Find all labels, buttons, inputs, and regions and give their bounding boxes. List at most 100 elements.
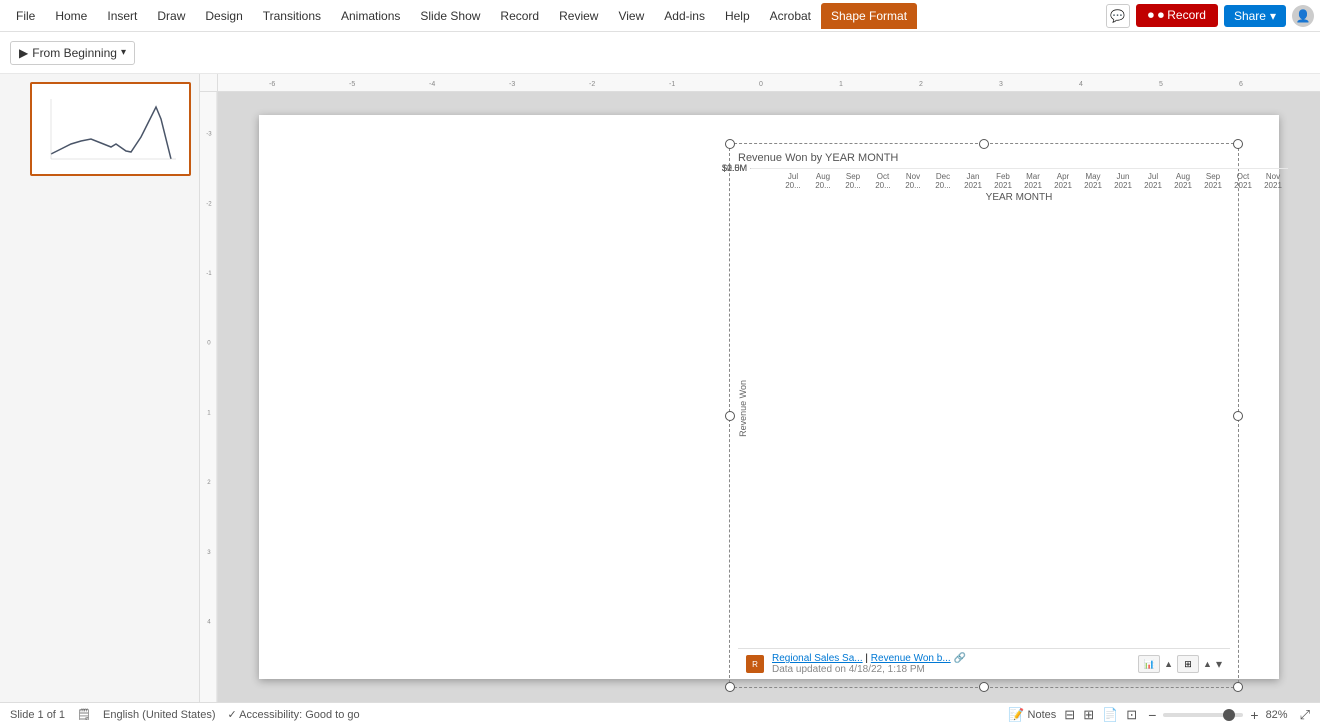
handle-bottom-middle[interactable] [979,682,989,692]
svg-text:1: 1 [207,409,211,416]
zoom-slider[interactable] [1163,713,1243,717]
x-label-mar21: Mar2021 [1018,172,1048,190]
from-beginning-label: From Beginning [32,46,117,60]
svg-text:-1: -1 [206,270,212,277]
share-button[interactable]: Share ▾ [1224,5,1286,27]
x-label-sep21: Sep2021 [1198,172,1228,190]
datasource-link1[interactable]: Regional Sales Sa... [772,653,863,664]
fit-to-window-button[interactable]: ⤢ [1300,707,1310,723]
handle-top-right[interactable] [1233,139,1243,149]
chart-table-icon-btn[interactable]: ⊞ [1177,655,1199,673]
record-label: ⏺ Record [1158,8,1206,23]
share-dropdown-icon: ▾ [1270,9,1276,23]
x-axis-title: YEAR MONTH [750,192,1288,203]
datasource-link2[interactable]: Revenue Won b... [871,653,951,664]
chart-title: Revenue Won by YEAR MONTH [738,152,1230,164]
language-label: English (United States) [103,709,216,721]
zoom-in-button[interactable]: + [1247,707,1261,723]
x-label-jan21: Jan2021 [958,172,988,190]
tab-transitions[interactable]: Transitions [253,3,331,29]
play-icon: ▶ [19,46,28,60]
slide-canvas[interactable]: Revenue Won by YEAR MONTH Revenue Won $2… [218,92,1320,702]
from-beginning-button[interactable]: ▶ From Beginning ▾ [10,41,135,65]
notes-label: Notes [1028,709,1057,721]
chart-table-icon: ⊞ [1184,659,1192,670]
handle-top-middle[interactable] [979,139,989,149]
record-button[interactable]: ⏺ ⏺ Record [1136,4,1218,27]
chart-footer: R Regional Sales Sa... | Revenue Won b..… [738,648,1230,679]
tab-addins[interactable]: Add-ins [654,3,715,29]
x-label-oct21: Oct2021 [1228,172,1258,190]
chart-object[interactable]: Revenue Won by YEAR MONTH Revenue Won $2… [729,143,1239,688]
slide-page: Revenue Won by YEAR MONTH Revenue Won $2… [259,115,1279,679]
chart-bar-icon-btn[interactable]: 📊 [1138,655,1160,673]
tab-help[interactable]: Help [715,3,760,29]
tab-record[interactable]: Record [490,3,549,29]
svg-text:1: 1 [839,81,843,88]
vertical-ruler: -3 -2 -1 0 1 2 3 4 [200,92,218,702]
view-normal-button[interactable]: ⊟ [1064,707,1075,723]
x-label-jul20: Jul20... [778,172,808,190]
svg-text:-3: -3 [509,81,515,88]
comment-icon: 💬 [1110,9,1125,23]
zoom-out-button[interactable]: − [1145,707,1159,723]
zoom-level-label: 82% [1266,709,1288,721]
chart-inner: Revenue Won by YEAR MONTH Revenue Won $2… [730,144,1238,687]
view-slide-sorter-button[interactable]: ⊞ [1083,707,1094,723]
svg-text:6: 6 [1239,81,1243,88]
svg-text:4: 4 [207,619,211,626]
svg-text:-2: -2 [206,200,212,207]
view-reading-button[interactable]: 📄 [1102,707,1118,723]
view-presentation-button[interactable]: ⊡ [1126,707,1137,723]
slide-count: Slide 1 of 1 [10,709,65,721]
svg-text:-1: -1 [669,81,675,88]
tab-review[interactable]: Review [549,3,608,29]
status-right-controls: 📝 Notes ⊟ ⊞ 📄 ⊡ − + 82% ⤢ [1008,707,1310,723]
thumbnail-chart [41,89,181,169]
tab-shapeformat[interactable]: Shape Format [821,3,917,29]
tab-file[interactable]: File [6,3,45,29]
slide-thumbnail[interactable] [30,82,191,176]
user-avatar[interactable]: 👤 [1292,5,1314,27]
handle-bottom-left[interactable] [725,682,735,692]
tab-insert[interactable]: Insert [97,3,147,29]
x-label-jun21: Jun2021 [1108,172,1138,190]
svg-text:-3: -3 [206,131,212,138]
x-label-aug20: Aug20... [808,172,838,190]
tab-animations[interactable]: Animations [331,3,410,29]
svg-text:0: 0 [207,340,211,347]
handle-top-left[interactable] [725,139,735,149]
chart-plot: $2.5M $2.0M $1.5M $1.0M $0.5M [750,168,1288,169]
chart-table-expand-icon: ▲ [1203,659,1212,669]
x-label-dec20: Dec20... [928,172,958,190]
toolbar: ▶ From Beginning ▾ [0,32,1320,74]
svg-text:2: 2 [207,479,211,486]
comment-button[interactable]: 💬 [1106,4,1130,28]
svg-text:2: 2 [919,81,923,88]
canvas-with-ruler: -3 -2 -1 0 1 2 3 4 [200,92,1320,702]
ribbon-right-controls: 💬 ⏺ ⏺ Record Share ▾ 👤 [1106,4,1314,28]
tab-view[interactable]: View [608,3,654,29]
chart-more-icon: ▾ [1216,657,1222,671]
tab-design[interactable]: Design [195,3,252,29]
status-icon-notes-check: 🗒 [77,708,91,721]
x-label-feb21: Feb2021 [988,172,1018,190]
horizontal-ruler: -6 -5 -4 -3 -2 -1 0 1 2 3 4 5 6 [200,74,1320,92]
svg-text:-2: -2 [589,81,595,88]
tab-draw[interactable]: Draw [147,3,195,29]
notes-button[interactable]: 📝 Notes [1008,707,1056,723]
tab-slideshow[interactable]: Slide Show [410,3,490,29]
x-label-nov20: Nov20... [898,172,928,190]
handle-middle-left[interactable] [725,411,735,421]
zoom-control: − + 82% [1145,707,1287,723]
tab-home[interactable]: Home [45,3,97,29]
user-icon: 👤 [1296,9,1311,23]
x-axis-labels: Jul20... Aug20... Sep20... Oct20... Nov2… [750,172,1288,190]
share-label: Share [1234,9,1266,23]
svg-text:5: 5 [1159,81,1163,88]
tab-acrobat[interactable]: Acrobat [760,3,821,29]
svg-text:-6: -6 [269,81,275,88]
ruler-ticks-vertical: -3 -2 -1 0 1 2 3 4 [200,92,218,702]
record-dot-icon: ⏺ [1148,8,1154,23]
handle-bottom-right[interactable] [1233,682,1243,692]
